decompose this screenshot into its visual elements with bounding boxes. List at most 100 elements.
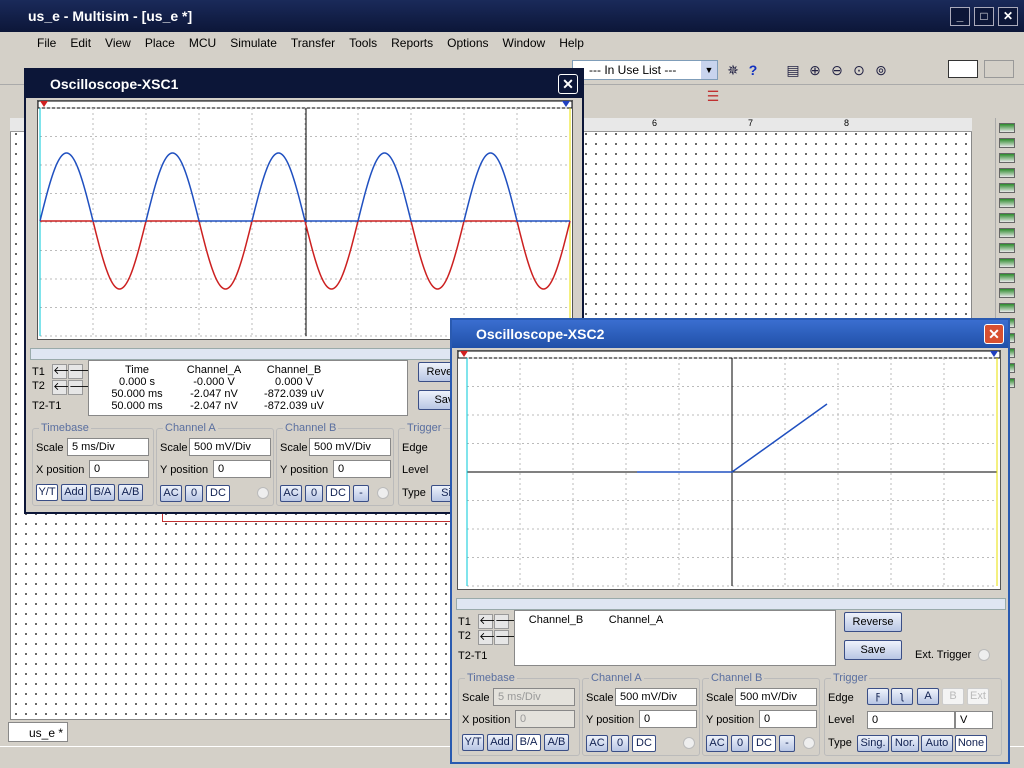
menu-window[interactable]: Window (496, 36, 553, 50)
instrument-icon[interactable] (999, 123, 1015, 133)
in-use-list-dropdown[interactable]: --- In Use List --- ▼ (572, 60, 718, 80)
falling-edge-button[interactable]: ʅ (891, 688, 913, 705)
instrument-icon[interactable] (999, 138, 1015, 148)
close-icon[interactable]: ✕ (984, 324, 1004, 344)
arrow-right-icon[interactable]: 🡒 (494, 614, 525, 629)
coupling-ac-button[interactable]: AC (280, 485, 302, 502)
component-icon[interactable]: ✵ (724, 62, 742, 80)
trigger-level-field[interactable]: 0 (867, 711, 955, 729)
mode-b-a-button[interactable]: B/A (90, 484, 115, 501)
channel_b-y-position-field[interactable]: 0 (333, 460, 391, 478)
maximize-button[interactable]: □ (974, 7, 994, 26)
reverse-button[interactable]: Reverse (844, 612, 902, 632)
trigger-type-none-button[interactable]: None (955, 735, 987, 752)
coupling-0-button[interactable]: 0 (185, 485, 203, 502)
channel_b-y-position-field[interactable]: 0 (759, 710, 817, 728)
coupling-dc-button[interactable]: DC (206, 485, 230, 502)
timebase-scale-field[interactable]: 5 ms/Div (67, 438, 149, 456)
menu-file[interactable]: File (30, 36, 63, 50)
mode-y-t-button[interactable]: Y/T (462, 734, 484, 751)
menu-view[interactable]: View (98, 36, 138, 50)
coupling-0-button[interactable]: 0 (731, 735, 749, 752)
mode-b-a-button[interactable]: B/A (516, 734, 541, 751)
trigger-source-ext-button[interactable]: Ext (967, 688, 989, 705)
help-icon[interactable]: ? (744, 62, 762, 80)
channel_b-scale-field[interactable]: 500 mV/Div (735, 688, 817, 706)
zoom-in-icon[interactable]: ⊕ (806, 62, 824, 80)
arrow-right-icon[interactable]: 🡒 (494, 630, 525, 645)
channel_a-terminal[interactable] (683, 737, 695, 749)
channel_a-scale-field[interactable]: 500 mV/Div (189, 438, 271, 456)
close-icon[interactable]: ✕ (558, 74, 578, 94)
instrument-icon[interactable] (999, 213, 1015, 223)
instrument-icon[interactable] (999, 168, 1015, 178)
coupling-invert-button[interactable]: - (353, 485, 369, 502)
instrument-icon[interactable] (999, 198, 1015, 208)
scope-screen[interactable] (457, 350, 1001, 590)
ext-trigger-terminal[interactable] (978, 649, 990, 661)
menu-mcu[interactable]: MCU (182, 36, 223, 50)
list-icon[interactable]: ▤ (784, 62, 802, 80)
instrument-icon[interactable] (999, 228, 1015, 238)
trigger-type-auto-button[interactable]: Auto (921, 735, 953, 752)
zoom-area-icon[interactable]: ⊙ (850, 62, 868, 80)
coupling-ac-button[interactable]: AC (160, 485, 182, 502)
coupling-0-button[interactable]: 0 (305, 485, 323, 502)
channel_a-scale-field[interactable]: 500 mV/Div (615, 688, 697, 706)
trigger-source-b-button[interactable]: B (942, 688, 964, 705)
menu-edit[interactable]: Edit (63, 36, 98, 50)
arrow-left-icon[interactable]: 🡐 (52, 364, 83, 379)
menu-simulate[interactable]: Simulate (223, 36, 284, 50)
coupling-dc-button[interactable]: DC (632, 735, 656, 752)
coupling-ac-button[interactable]: AC (706, 735, 728, 752)
instrument-icon[interactable] (999, 243, 1015, 253)
mode-add-button[interactable]: Add (61, 484, 87, 501)
coupling-ac-button[interactable]: AC (586, 735, 608, 752)
channel_b-scale-field[interactable]: 500 mV/Div (309, 438, 391, 456)
rising-edge-button[interactable]: ϝ (867, 688, 889, 705)
close-button[interactable]: ✕ (998, 7, 1018, 26)
instrument-icon[interactable] (999, 183, 1015, 193)
channel_a-terminal[interactable] (257, 487, 269, 499)
coupling-dc-button[interactable]: DC (326, 485, 350, 502)
trigger-type-nor-button[interactable]: Nor. (891, 735, 919, 752)
run-switch-icon[interactable] (948, 60, 978, 78)
mode-a-b-button[interactable]: A/B (118, 484, 143, 501)
x-position-field[interactable]: 0 (515, 710, 575, 728)
menu-tools[interactable]: Tools (342, 36, 384, 50)
channel_a-y-position-field[interactable]: 0 (639, 710, 697, 728)
bus-icon[interactable]: ☰ (704, 88, 722, 106)
x-position-field[interactable]: 0 (89, 460, 149, 478)
scope-screen[interactable] (37, 100, 573, 340)
arrow-left-icon[interactable]: 🡐 (52, 380, 83, 395)
channel_b-terminal[interactable] (803, 737, 815, 749)
channel_b-terminal[interactable] (377, 487, 389, 499)
zoom-fit-icon[interactable]: ⊚ (872, 62, 890, 80)
menu-options[interactable]: Options (440, 36, 495, 50)
instrument-icon[interactable] (999, 303, 1015, 313)
mode-add-button[interactable]: Add (487, 734, 513, 751)
tab-us-e[interactable]: us_e * (8, 722, 68, 742)
instrument-icon[interactable] (999, 153, 1015, 163)
chevron-down-icon[interactable]: ▼ (701, 61, 717, 79)
timebase-scale-field[interactable]: 5 ms/Div (493, 688, 575, 706)
menu-transfer[interactable]: Transfer (284, 36, 342, 50)
menu-reports[interactable]: Reports (384, 36, 440, 50)
trigger-level-unit[interactable]: V (955, 711, 993, 729)
coupling-invert-button[interactable]: - (779, 735, 795, 752)
save-button[interactable]: Save (844, 640, 902, 660)
instrument-icon[interactable] (999, 258, 1015, 268)
mode-y-t-button[interactable]: Y/T (36, 484, 58, 501)
channel_a-y-position-field[interactable]: 0 (213, 460, 271, 478)
trigger-type-sing-button[interactable]: Sing. (857, 735, 889, 752)
minimize-button[interactable]: _ (950, 7, 970, 26)
coupling-0-button[interactable]: 0 (611, 735, 629, 752)
trigger-source-a-button[interactable]: A (917, 688, 939, 705)
zoom-out-icon[interactable]: ⊖ (828, 62, 846, 80)
mode-a-b-button[interactable]: A/B (544, 734, 569, 751)
arrow-left-icon[interactable]: 🡐 (478, 614, 509, 629)
menu-help[interactable]: Help (552, 36, 591, 50)
arrow-left-icon[interactable]: 🡐 (478, 630, 509, 645)
menu-place[interactable]: Place (138, 36, 182, 50)
arrow-right-icon[interactable]: 🡒 (68, 380, 99, 395)
